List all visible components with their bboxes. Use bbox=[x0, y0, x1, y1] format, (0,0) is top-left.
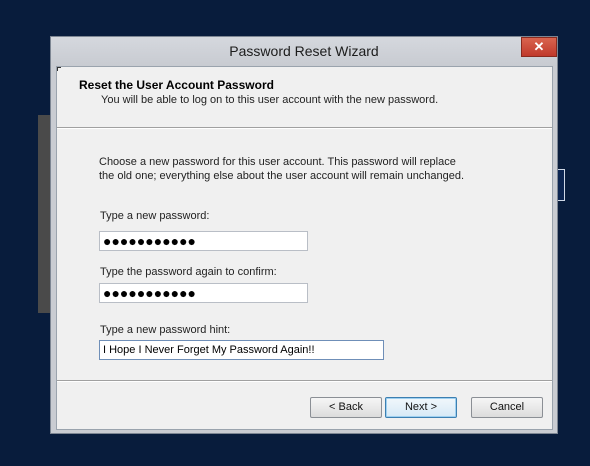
new-password-label: Type a new password: bbox=[100, 210, 210, 222]
desktop: Password Reset Wizard ✕ Reset the User A… bbox=[0, 0, 590, 466]
footer-divider bbox=[57, 380, 552, 382]
back-button[interactable]: < Back bbox=[310, 397, 382, 418]
close-icon: ✕ bbox=[533, 39, 545, 54]
cancel-button[interactable]: Cancel bbox=[471, 397, 543, 418]
password-reset-wizard-window: Password Reset Wizard ✕ Reset the User A… bbox=[50, 36, 558, 434]
password-hint-label: Type a new password hint: bbox=[100, 324, 231, 336]
header-subtitle: You will be able to log on to this user … bbox=[101, 94, 439, 106]
window-title: Password Reset Wizard bbox=[229, 43, 379, 59]
header-title: Reset the User Account Password bbox=[79, 78, 274, 92]
intro-text: Choose a new password for this user acco… bbox=[99, 155, 499, 183]
confirm-password-label: Type the password again to confirm: bbox=[100, 266, 277, 278]
confirm-password-field[interactable]: ●●●●●●●●●●● bbox=[99, 283, 308, 303]
password-hint-field[interactable]: I Hope I Never Forget My Password Again!… bbox=[99, 340, 384, 360]
background-window-edge-right bbox=[558, 169, 565, 201]
intro-line-1: Choose a new password for this user acco… bbox=[99, 156, 456, 168]
wizard-header: Reset the User Account Password You will… bbox=[57, 67, 552, 127]
header-divider bbox=[57, 127, 552, 129]
title-bar[interactable]: Password Reset Wizard ✕ bbox=[51, 37, 557, 66]
wizard-content: Reset the User Account Password You will… bbox=[56, 66, 553, 430]
close-button[interactable]: ✕ bbox=[521, 37, 557, 57]
next-button[interactable]: Next > bbox=[385, 397, 457, 418]
new-password-field[interactable]: ●●●●●●●●●●● bbox=[99, 231, 308, 251]
intro-line-2: the old one; everything else about the u… bbox=[99, 170, 465, 182]
